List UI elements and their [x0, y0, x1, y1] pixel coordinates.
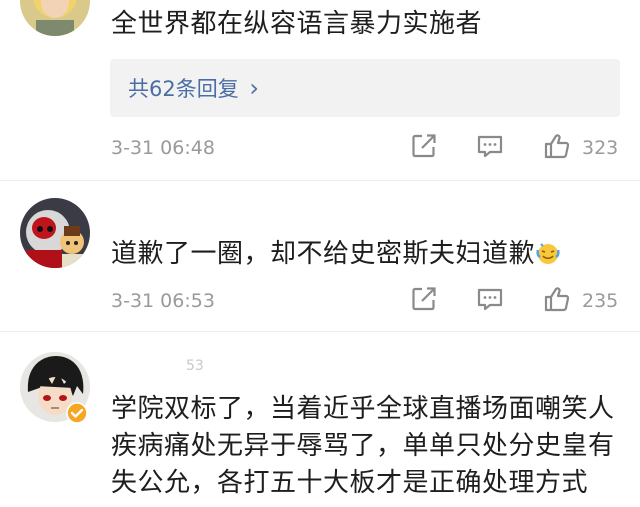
comment-text: 道歉了一圈，却不给史密斯夫妇道歉	[111, 236, 620, 273]
comment-item-1: 全世界都在纵容语言暴力实施者 共62条回复 › 3-31 06:48 323	[0, 0, 640, 175]
comment-time: 3-31 06:48	[111, 137, 215, 159]
comment-text-line: 失公允，各打五十大板才是正确处理方式	[111, 468, 589, 498]
comment-icon[interactable]	[475, 131, 505, 161]
comment-text-line: 疾病痛处无异于辱骂了，单单只处分史皇有	[111, 431, 615, 461]
comment-icon[interactable]	[475, 284, 505, 314]
sweat-smile-emoji-icon	[536, 243, 560, 264]
replies-label: 共62条回复 ›	[128, 74, 260, 102]
comment-time: 3-31 06:53	[111, 290, 215, 312]
comment-item-3: 学院双标了，当着近乎全球直播场面嘲笑人 疾病痛处无异于辱骂了，单单只处分史皇有 …	[0, 340, 640, 507]
share-icon[interactable]	[409, 284, 439, 314]
comment-text-content: 道歉了一圈，却不给史密斯夫妇道歉	[111, 239, 536, 269]
avatar[interactable]	[20, 0, 90, 36]
divider	[0, 331, 640, 332]
like-count: 323	[582, 137, 619, 159]
avatar-cartoon-character-icon	[20, 198, 90, 268]
avatar-blonde-person-icon	[20, 0, 90, 36]
thumbs-up-icon[interactable]	[542, 284, 572, 314]
like-count: 235	[582, 290, 619, 312]
comment-meta: 3-31 06:48 323	[0, 131, 640, 165]
chevron-right-icon: ›	[249, 74, 260, 102]
comment-item-2: 道歉了一圈，却不给史密斯夫妇道歉 3-31 06:53 235	[0, 190, 640, 340]
comment-text-line: 学院双标了，当着近乎全球直播场面嘲笑人	[111, 394, 615, 424]
partial-overlay-text: 53	[186, 358, 204, 374]
comment-text: 学院双标了，当着近乎全球直播场面嘲笑人 疾病痛处无异于辱骂了，单单只处分史皇有 …	[111, 391, 620, 502]
avatar[interactable]	[20, 198, 90, 268]
comment-text: 全世界都在纵容语言暴力实施者	[111, 9, 483, 39]
divider	[0, 180, 640, 181]
thumbs-up-icon[interactable]	[542, 131, 572, 161]
verified-badge-icon	[66, 402, 88, 424]
share-icon[interactable]	[409, 131, 439, 161]
replies-expand-button[interactable]: 共62条回复 ›	[110, 59, 620, 117]
comment-meta: 3-31 06:53 235	[0, 284, 640, 318]
